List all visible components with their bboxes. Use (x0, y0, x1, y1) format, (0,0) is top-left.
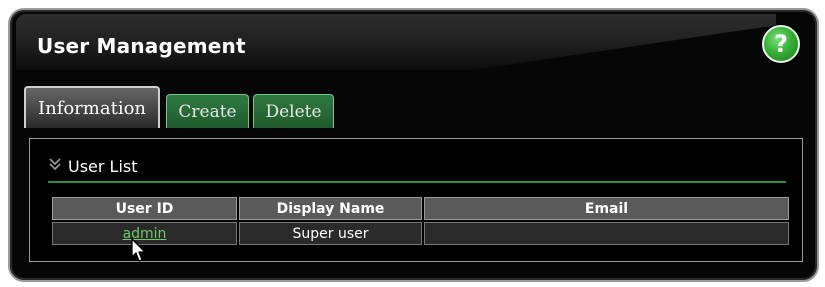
double-chevron-down-icon[interactable] (48, 157, 62, 175)
mouse-cursor-icon (131, 238, 146, 262)
column-header-email[interactable]: Email (424, 197, 789, 220)
column-header-user-id[interactable]: User ID (52, 197, 237, 220)
section-header[interactable]: User List (48, 151, 786, 183)
tab-information[interactable]: Information (24, 86, 160, 128)
table-row: admin Super user (52, 222, 789, 245)
section-title: User List (68, 156, 138, 176)
page-title: User Management (37, 34, 246, 58)
user-management-window: User Management ? Information Create Del… (8, 8, 819, 282)
tab-create[interactable]: Create (166, 94, 249, 128)
tab-delete[interactable]: Delete (253, 94, 334, 128)
help-icon[interactable]: ? (762, 25, 800, 63)
cell-email (424, 222, 789, 245)
user-table: User ID Display Name Email admin Super u… (50, 195, 791, 247)
table-header-row: User ID Display Name Email (52, 197, 789, 220)
cell-display-name: Super user (239, 222, 422, 245)
column-header-display-name[interactable]: Display Name (239, 197, 422, 220)
